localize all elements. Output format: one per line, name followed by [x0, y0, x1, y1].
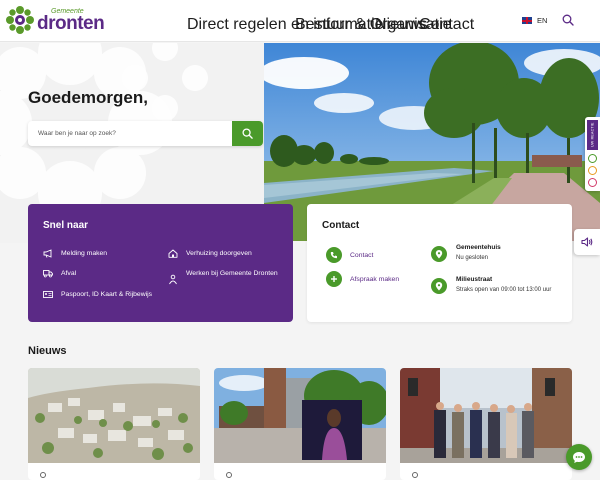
- contact-panel: Contact Contact Afspraak maken Gemeenteh…: [307, 204, 572, 322]
- decorative-flower-icon: [122, 43, 208, 121]
- clock-icon: [40, 472, 46, 478]
- news-date: [412, 472, 422, 478]
- feedback-label: UW REACTIE: [587, 120, 598, 150]
- location-pin-button: [431, 246, 447, 262]
- language-switch[interactable]: EN: [522, 16, 547, 25]
- quick-link-label: Werken bij Gemeente Dronten: [186, 270, 278, 277]
- uk-flag-icon: [522, 17, 532, 24]
- news-date: [40, 472, 50, 478]
- quick-link-werken[interactable]: Werken bij Gemeente Dronten: [168, 268, 280, 286]
- afspraak-link[interactable]: Afspraak maken: [350, 276, 399, 283]
- speaker-icon: [581, 237, 593, 247]
- read-aloud-button[interactable]: [574, 229, 600, 255]
- id-card-icon: [43, 291, 53, 298]
- greeting-heading: Goedemorgen,: [28, 88, 148, 107]
- location-name: Milieustraat: [456, 276, 493, 283]
- map-pin-icon: [435, 281, 443, 290]
- quick-link-verhuizing[interactable]: Verhuizing doorgeven: [168, 248, 252, 259]
- contact-title: Contact: [322, 220, 360, 231]
- smiley-neutral-icon: [588, 166, 597, 175]
- news-image: [28, 368, 200, 463]
- feedback-tab[interactable]: UW REACTIE: [585, 117, 600, 191]
- search-box: [28, 121, 263, 146]
- truck-icon: [43, 270, 53, 278]
- quick-link-label: Melding maken: [61, 250, 108, 257]
- logo[interactable]: Gemeente dronten: [6, 5, 105, 35]
- quick-links-panel: Snel naar Melding maken Afval Paspoort, …: [28, 204, 293, 322]
- search-button[interactable]: [232, 121, 263, 146]
- news-image: [400, 368, 572, 463]
- phone-icon: [330, 252, 337, 259]
- clock-icon: [226, 472, 232, 478]
- quick-link-paspoort[interactable]: Paspoort, ID Kaart & Rijbewijs: [43, 289, 152, 300]
- logo-big-text: dronten: [37, 12, 105, 34]
- location-status: Nu gesloten: [456, 255, 489, 261]
- smiley-happy-icon: [588, 154, 597, 163]
- chat-bubble-icon: [573, 451, 585, 463]
- person-icon: [169, 274, 177, 285]
- phone-button[interactable]: [326, 247, 342, 263]
- megaphone-icon: [43, 249, 52, 258]
- quick-link-afval[interactable]: Afval: [43, 268, 76, 279]
- language-label: EN: [537, 16, 548, 25]
- smiley-sad-icon: [588, 178, 597, 187]
- search-icon[interactable]: [562, 14, 574, 26]
- nav-label: Contact: [419, 16, 475, 33]
- location-name: Gemeentehuis: [456, 244, 501, 251]
- quick-links-title: Snel naar: [43, 220, 89, 231]
- news-image: [214, 368, 386, 463]
- contact-link[interactable]: Contact: [350, 252, 373, 259]
- quick-link-label: Afval: [61, 270, 77, 277]
- house-icon: [168, 249, 178, 258]
- nav-contact[interactable]: Contact: [419, 16, 474, 34]
- quick-link-label: Paspoort, ID Kaart & Rijbewijs: [61, 291, 153, 298]
- news-card[interactable]: [400, 368, 572, 480]
- map-pin-icon: [435, 249, 443, 258]
- chat-button[interactable]: [566, 444, 592, 470]
- quick-link-label: Verhuizing doorgeven: [186, 250, 252, 257]
- search-input[interactable]: [38, 127, 228, 140]
- news-card[interactable]: [28, 368, 200, 480]
- logo-flower-icon: [6, 6, 34, 34]
- location-status: Straks open van 09:00 tot 13:00 uur: [456, 287, 552, 293]
- news-date: [226, 472, 236, 478]
- afspraak-button[interactable]: [326, 271, 342, 287]
- plus-icon: [331, 276, 337, 282]
- location-pin-button: [431, 278, 447, 294]
- news-card[interactable]: [214, 368, 386, 480]
- quick-link-melding[interactable]: Melding maken: [43, 248, 107, 259]
- news-heading: Nieuws: [28, 345, 67, 357]
- clock-icon: [412, 472, 418, 478]
- search-icon: [242, 128, 253, 139]
- site-header: Gemeente dronten Direct regelen en infor…: [0, 0, 600, 42]
